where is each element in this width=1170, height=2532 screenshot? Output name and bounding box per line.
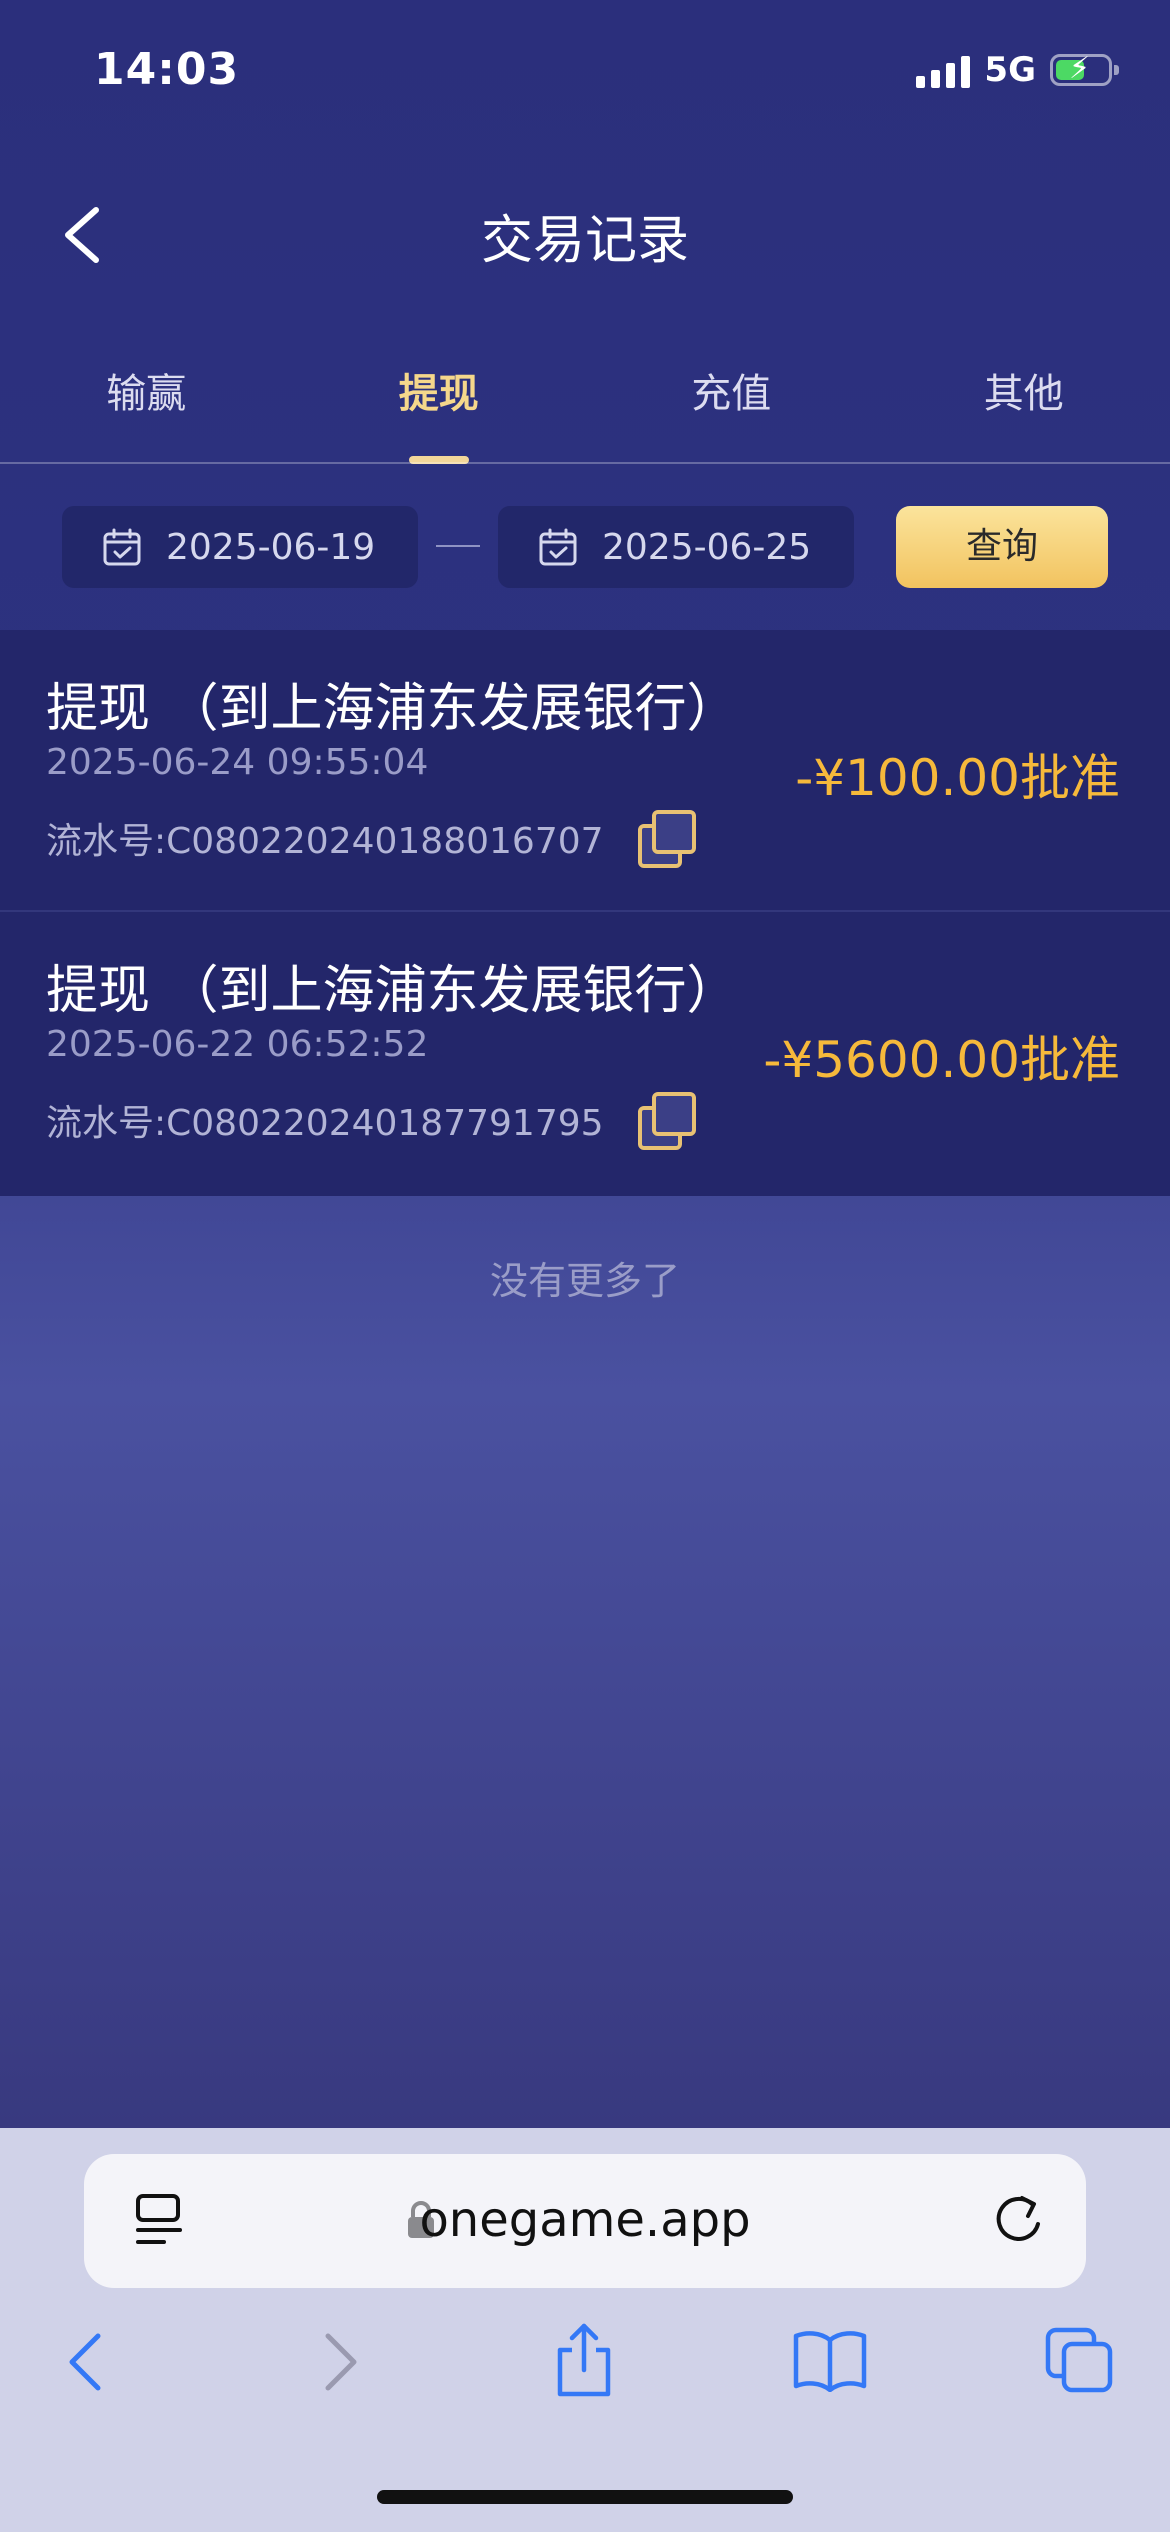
- status-indicators: 5G ⚡: [916, 50, 1119, 90]
- start-date-picker[interactable]: 2025-06-19: [62, 506, 418, 588]
- page-title: 交易记录: [480, 211, 689, 271]
- share-icon[interactable]: [552, 2322, 616, 2398]
- record-time: 2025-06-24 09:55:04: [46, 742, 429, 783]
- record-title: 提现 （到上海浦东发展银行）: [46, 679, 739, 739]
- end-date-picker[interactable]: 2025-06-25: [498, 506, 854, 588]
- home-indicator: [377, 2490, 793, 2504]
- status-time: 14:03: [94, 44, 240, 95]
- copy-icon[interactable]: [636, 808, 700, 872]
- signal-icon: [916, 52, 971, 88]
- copy-icon[interactable]: [636, 1090, 700, 1154]
- tabs-divider: [0, 462, 1170, 464]
- browser-back-icon[interactable]: [64, 2330, 108, 2394]
- browser-forward-icon[interactable]: [318, 2330, 362, 2394]
- list-item: 提现 （到上海浦东发展银行） 2025-06-22 06:52:52 流水号:C…: [0, 912, 1170, 1196]
- tab-withdraw[interactable]: 提现: [293, 360, 586, 464]
- calendar-icon: [539, 528, 577, 566]
- reload-icon[interactable]: [992, 2190, 1048, 2250]
- tab-win-loss[interactable]: 输赢: [0, 360, 293, 464]
- end-date-value: 2025-06-25: [602, 526, 812, 568]
- date-range-separator: [436, 545, 480, 547]
- calendar-icon: [103, 528, 141, 566]
- tab-recharge[interactable]: 充值: [585, 360, 878, 464]
- list-item: 提现 （到上海浦东发展银行） 2025-06-24 09:55:04 流水号:C…: [0, 630, 1170, 912]
- no-more-text: 没有更多了: [489, 1259, 680, 1303]
- network-label: 5G: [984, 50, 1036, 90]
- record-amount: -¥5600.00批准: [763, 1031, 1120, 1089]
- query-button[interactable]: 查询: [896, 506, 1108, 588]
- record-amount: -¥100.00批准: [795, 749, 1120, 807]
- tab-other[interactable]: 其他: [878, 360, 1170, 464]
- tabs-icon[interactable]: [1044, 2326, 1116, 2394]
- record-serial: 流水号:C080220240188016707: [46, 821, 604, 862]
- record-serial: 流水号:C080220240187791795: [46, 1103, 604, 1144]
- tab-bar: 输赢 提现 充值 其他: [0, 360, 1170, 464]
- record-time: 2025-06-22 06:52:52: [46, 1024, 429, 1065]
- record-title: 提现 （到上海浦东发展银行）: [46, 961, 739, 1021]
- transaction-list: 提现 （到上海浦东发展银行） 2025-06-24 09:55:04 流水号:C…: [0, 630, 1170, 1196]
- battery-icon: ⚡: [1050, 51, 1119, 86]
- bookmarks-icon[interactable]: [792, 2328, 868, 2392]
- start-date-value: 2025-06-19: [166, 526, 376, 568]
